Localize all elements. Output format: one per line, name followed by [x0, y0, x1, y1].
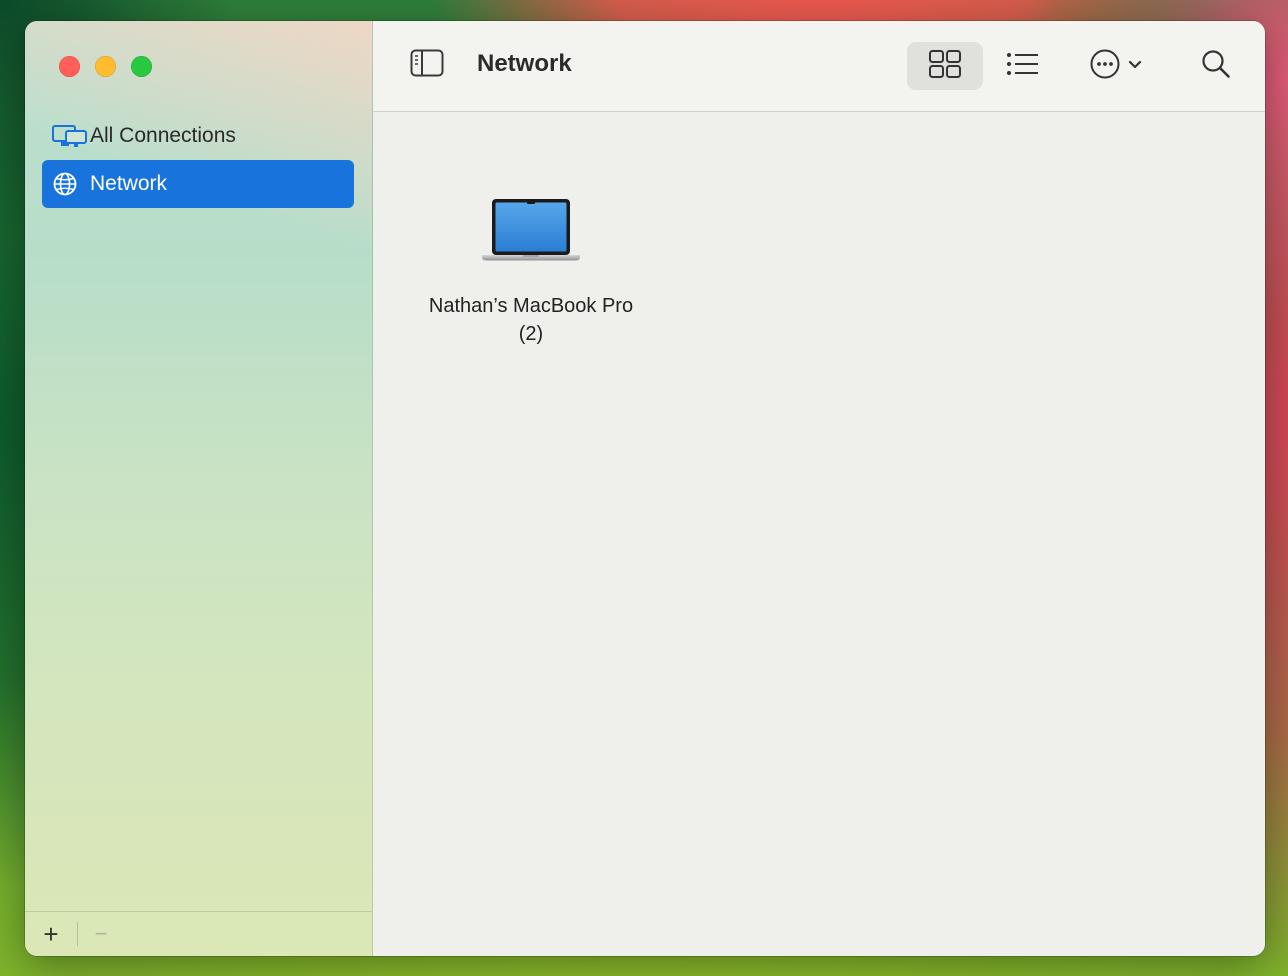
- sidebar-item-label: Network: [90, 172, 168, 195]
- device-name: Nathan’s MacBook Pro (2): [428, 295, 634, 345]
- displays-icon: [52, 122, 88, 150]
- globe-icon: [52, 170, 88, 198]
- list-icon: [1006, 50, 1040, 83]
- page-title: Network: [477, 50, 572, 77]
- ellipsis-circle-icon: [1089, 48, 1121, 85]
- search-button[interactable]: [1199, 48, 1233, 84]
- icon-view-button[interactable]: [907, 42, 983, 90]
- remove-button[interactable]: −: [78, 912, 124, 956]
- chevron-down-icon: [1127, 57, 1143, 75]
- sidebar: All Connections Network + −: [25, 21, 373, 956]
- grid-icon: [928, 49, 962, 84]
- device-item[interactable]: Nathan’s MacBook Pro (2): [421, 195, 641, 348]
- sidebar-toggle-button[interactable]: [409, 49, 445, 82]
- minimize-window-button[interactable]: [95, 56, 116, 77]
- macbook-icon: [479, 195, 583, 270]
- toolbar: Network: [373, 21, 1265, 112]
- sidebar-item-all-connections[interactable]: All Connections: [42, 112, 354, 160]
- window-controls: [59, 56, 152, 77]
- add-button[interactable]: +: [25, 912, 77, 956]
- zoom-window-button[interactable]: [131, 56, 152, 77]
- main-area: Network Nathan’s MacBook Pro (2): [373, 21, 1265, 956]
- sidebar-item-label: All Connections: [90, 124, 236, 147]
- sidebar-footer: + −: [25, 911, 372, 956]
- app-window: All Connections Network + − Network Nath…: [25, 21, 1265, 956]
- sidebar-toggle-icon: [410, 49, 444, 82]
- close-window-button[interactable]: [59, 56, 80, 77]
- list-view-button[interactable]: [1005, 48, 1041, 84]
- search-icon: [1201, 49, 1231, 84]
- actions-menu-button[interactable]: [1089, 48, 1149, 84]
- sidebar-item-network[interactable]: Network: [42, 160, 354, 208]
